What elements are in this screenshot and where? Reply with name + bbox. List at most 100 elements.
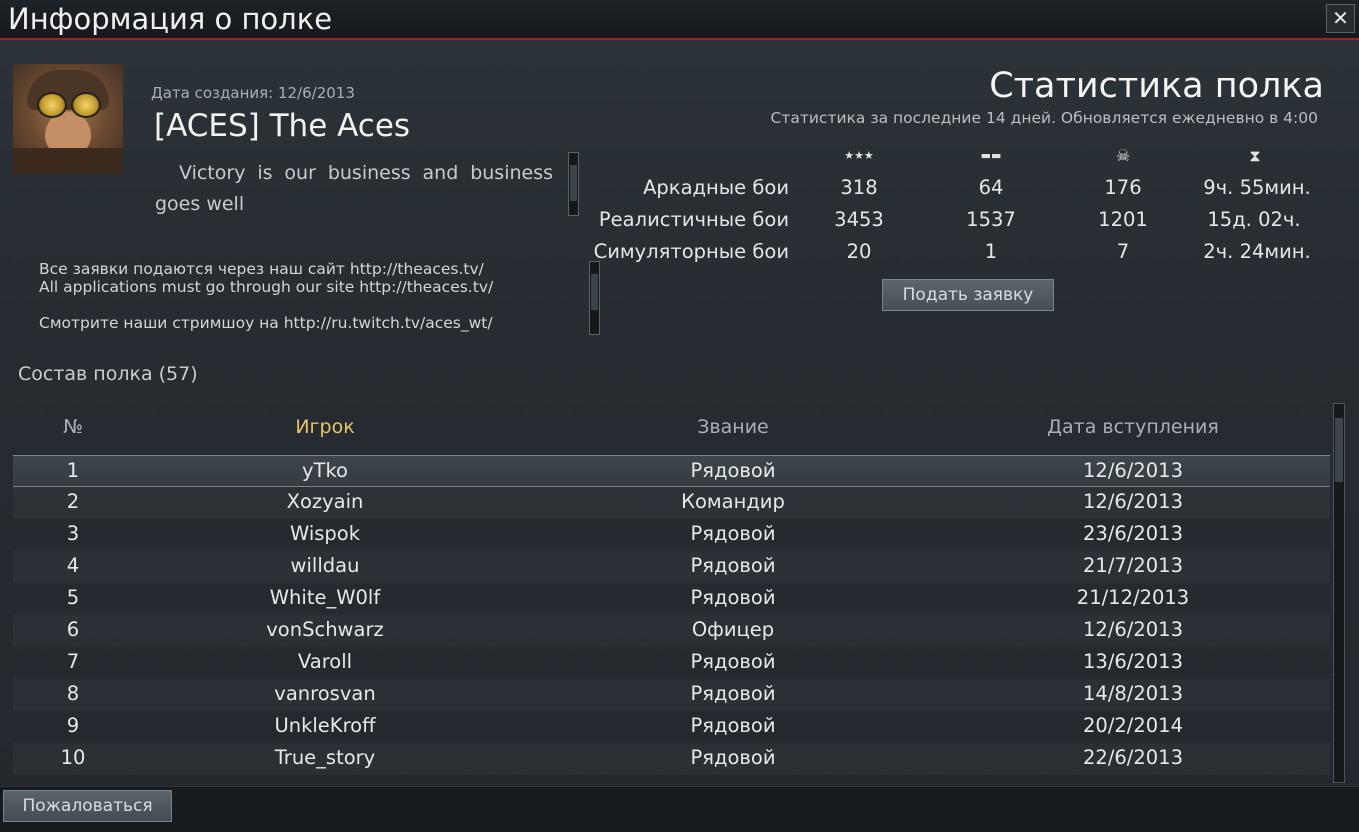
cell-player: White_W0lf	[269, 586, 381, 609]
cell-player: UnkleKroff	[274, 714, 376, 737]
cell-joined: 12/6/2013	[1083, 459, 1183, 482]
cell-player: vanrosvan	[274, 682, 376, 705]
creation-date: Дата создания: 12/6/2013	[151, 84, 355, 102]
cell-joined: 20/2/2014	[1083, 714, 1183, 737]
cell-rank: Рядовой	[690, 459, 776, 482]
cell-rank: Рядовой	[690, 746, 776, 769]
clan-name: [ACES] The Aces	[154, 108, 411, 144]
cell-num: 2	[66, 490, 80, 513]
cell-rank: Рядовой	[690, 586, 776, 609]
roster-table: № Игрок Звание Дата вступления 1 yTko Ря…	[13, 408, 1330, 782]
skull-icon: ☠	[1115, 146, 1131, 165]
cell-rank: Рядовой	[690, 714, 776, 737]
description-line	[39, 296, 584, 314]
description-scroll-thumb[interactable]	[591, 274, 598, 310]
cell-player: Xozyain	[286, 490, 364, 513]
stat-value: 318	[840, 176, 878, 199]
column-header-player[interactable]: Игрок	[225, 416, 425, 438]
cell-num: 10	[60, 746, 86, 769]
cell-joined: 14/8/2013	[1083, 682, 1183, 705]
report-button[interactable]: Пожаловаться	[3, 790, 172, 822]
roster-scroll-thumb[interactable]	[1335, 418, 1343, 482]
table-row[interactable]: 4 willdau Рядовой 21/7/2013	[13, 551, 1330, 583]
motto-scrollbar[interactable]	[568, 152, 579, 216]
cell-player: yTko	[302, 459, 348, 482]
table-row[interactable]: 6 vonSchwarz Офицер 12/6/2013	[13, 615, 1330, 647]
clan-motto: Victory is our business and business goe…	[155, 162, 553, 215]
stat-value: 1201	[1098, 208, 1148, 231]
roster-title: Состав полка (57)	[18, 363, 198, 385]
cell-rank: Рядовой	[690, 554, 776, 577]
motto-scroll-thumb[interactable]	[570, 165, 577, 201]
table-row[interactable]: 3 Wispok Рядовой 23/6/2013	[13, 519, 1330, 551]
stat-value: 9ч. 55мин.	[1203, 176, 1311, 199]
stat-value: 15д. 02ч.	[1207, 208, 1301, 231]
description-line: All applications must go through our sit…	[39, 278, 494, 296]
stats-row-label: Аркадные бои	[643, 176, 789, 199]
stats-title: Статистика полка	[989, 66, 1324, 106]
close-button[interactable]: ✕	[1326, 4, 1355, 33]
title-bar: Информация о полке ✕	[0, 0, 1359, 40]
stats-row-label: Реалистичные бои	[598, 208, 789, 231]
air-victories-icon: ★★★	[844, 149, 874, 162]
cell-joined: 21/12/2013	[1076, 586, 1190, 609]
cell-num: 5	[66, 586, 80, 609]
stat-value: 3453	[834, 208, 884, 231]
cell-player: willdau	[290, 554, 360, 577]
table-row[interactable]: 5 White_W0lf Рядовой 21/12/2013	[13, 583, 1330, 615]
cell-player: vonSchwarz	[266, 618, 384, 641]
table-header: № Игрок Звание Дата вступления	[13, 408, 1330, 448]
cell-rank: Рядовой	[690, 682, 776, 705]
stats-row-label: Симуляторные бои	[593, 240, 789, 263]
cell-num: 3	[66, 522, 80, 545]
stat-value: 1537	[966, 208, 1016, 231]
footer-bar	[0, 786, 1359, 832]
stat-value: 20	[846, 240, 872, 263]
table-body: 1 yTko Рядовой 12/6/2013 2 Xozyain Коман…	[13, 455, 1330, 775]
stat-value: 2ч. 24мин.	[1203, 240, 1311, 263]
cell-player: True_story	[274, 746, 376, 769]
cell-num: 4	[66, 554, 80, 577]
cell-rank: Рядовой	[690, 522, 776, 545]
window-title: Информация о полке	[8, 2, 333, 36]
cell-num: 8	[66, 682, 80, 705]
apply-button[interactable]: Подать заявку	[882, 279, 1054, 311]
cell-joined: 21/7/2013	[1083, 554, 1183, 577]
description-line: Смотрите наши стримшоу на http://ru.twit…	[39, 314, 493, 332]
cell-joined: 23/6/2013	[1083, 522, 1183, 545]
roster-scrollbar[interactable]	[1333, 403, 1345, 783]
cell-rank: Командир	[681, 490, 785, 513]
description-line: Все заявки подаются через наш сайт http:…	[39, 260, 484, 278]
description-scrollbar[interactable]	[589, 261, 600, 335]
cell-num: 9	[66, 714, 80, 737]
cell-player: Wispok	[289, 522, 361, 545]
cell-num: 6	[66, 618, 80, 641]
ground-victories-icon: ▬▬	[980, 149, 1002, 162]
cell-rank: Офицер	[691, 618, 775, 641]
table-row[interactable]: 9 UnkleKroff Рядовой 20/2/2014	[13, 711, 1330, 743]
hourglass-icon: ⧗	[1249, 146, 1261, 165]
stat-value: 64	[978, 176, 1004, 199]
table-row[interactable]: 1 yTko Рядовой 12/6/2013	[13, 455, 1330, 487]
column-header-joined[interactable]: Дата вступления	[1033, 416, 1233, 438]
clan-avatar	[13, 64, 123, 174]
cell-joined: 13/6/2013	[1083, 650, 1183, 673]
cell-num: 7	[66, 650, 80, 673]
column-header-rank[interactable]: Звание	[633, 416, 833, 438]
stat-value: 176	[1104, 176, 1142, 199]
cell-num: 1	[66, 459, 80, 482]
clan-description: Все заявки подаются через наш сайт http:…	[39, 260, 584, 334]
stats-subtitle: Статистика за последние 14 дней. Обновля…	[770, 109, 1318, 127]
table-row[interactable]: 7 Varoll Рядовой 13/6/2013	[13, 647, 1330, 679]
cell-joined: 22/6/2013	[1083, 746, 1183, 769]
table-row[interactable]: 8 vanrosvan Рядовой 14/8/2013	[13, 679, 1330, 711]
table-row[interactable]: 10 True_story Рядовой 22/6/2013	[13, 743, 1330, 775]
cell-joined: 12/6/2013	[1083, 490, 1183, 513]
stat-value: 7	[1116, 240, 1130, 263]
column-header-num[interactable]: №	[53, 416, 93, 438]
cell-player: Varoll	[297, 650, 353, 673]
table-row[interactable]: 2 Xozyain Командир 12/6/2013	[13, 487, 1330, 519]
cell-rank: Рядовой	[690, 650, 776, 673]
stat-value: 1	[984, 240, 998, 263]
cell-joined: 12/6/2013	[1083, 618, 1183, 641]
